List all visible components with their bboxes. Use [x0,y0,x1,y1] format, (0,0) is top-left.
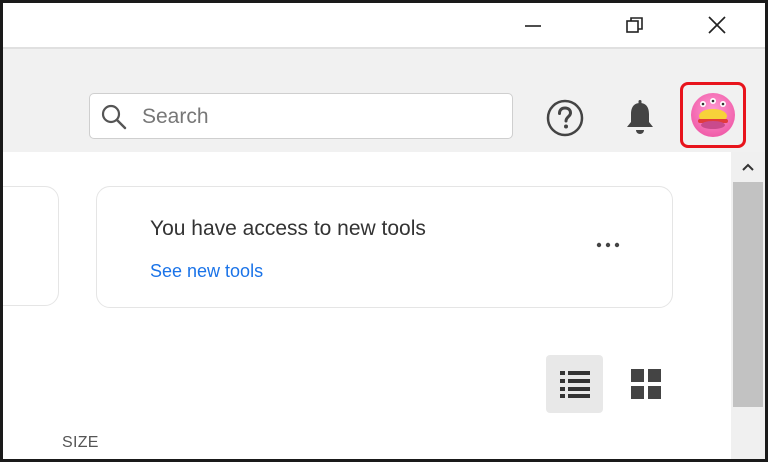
close-icon [708,16,726,34]
list-view-icon [559,371,590,398]
new-tools-card: You have access to new tools See new too… [96,186,673,308]
grid-view-button[interactable] [617,355,674,413]
toolbar [3,47,765,154]
search-icon [101,104,127,130]
more-icon [596,242,620,248]
vertical-scrollbar[interactable] [731,152,765,459]
app-window: You have access to new tools See new too… [3,3,765,459]
close-button[interactable] [687,3,747,47]
list-view-button[interactable] [546,355,603,413]
notifications-button[interactable] [619,97,661,139]
card-title: You have access to new tools [150,217,426,240]
size-column-header[interactable]: SIZE [62,434,99,452]
search-input[interactable] [140,102,494,132]
scroll-up-button[interactable] [731,152,765,182]
previous-card [3,186,59,306]
help-button[interactable] [544,97,586,139]
bell-icon [627,100,653,134]
grid-view-icon [630,369,661,399]
chevron-up-icon [742,163,754,171]
title-bar [3,3,765,47]
main-content: You have access to new tools See new too… [3,152,731,459]
minimize-button[interactable] [503,3,563,47]
see-new-tools-link[interactable]: See new tools [150,261,263,282]
help-icon [546,99,584,137]
avatar-icon [691,93,735,137]
more-options-button[interactable] [591,235,625,255]
restore-button[interactable] [605,3,665,47]
minimize-icon [525,25,541,27]
account-avatar-button[interactable] [680,82,746,148]
restore-icon [626,17,643,33]
scrollbar-thumb[interactable] [733,182,763,407]
search-box[interactable] [89,93,513,139]
